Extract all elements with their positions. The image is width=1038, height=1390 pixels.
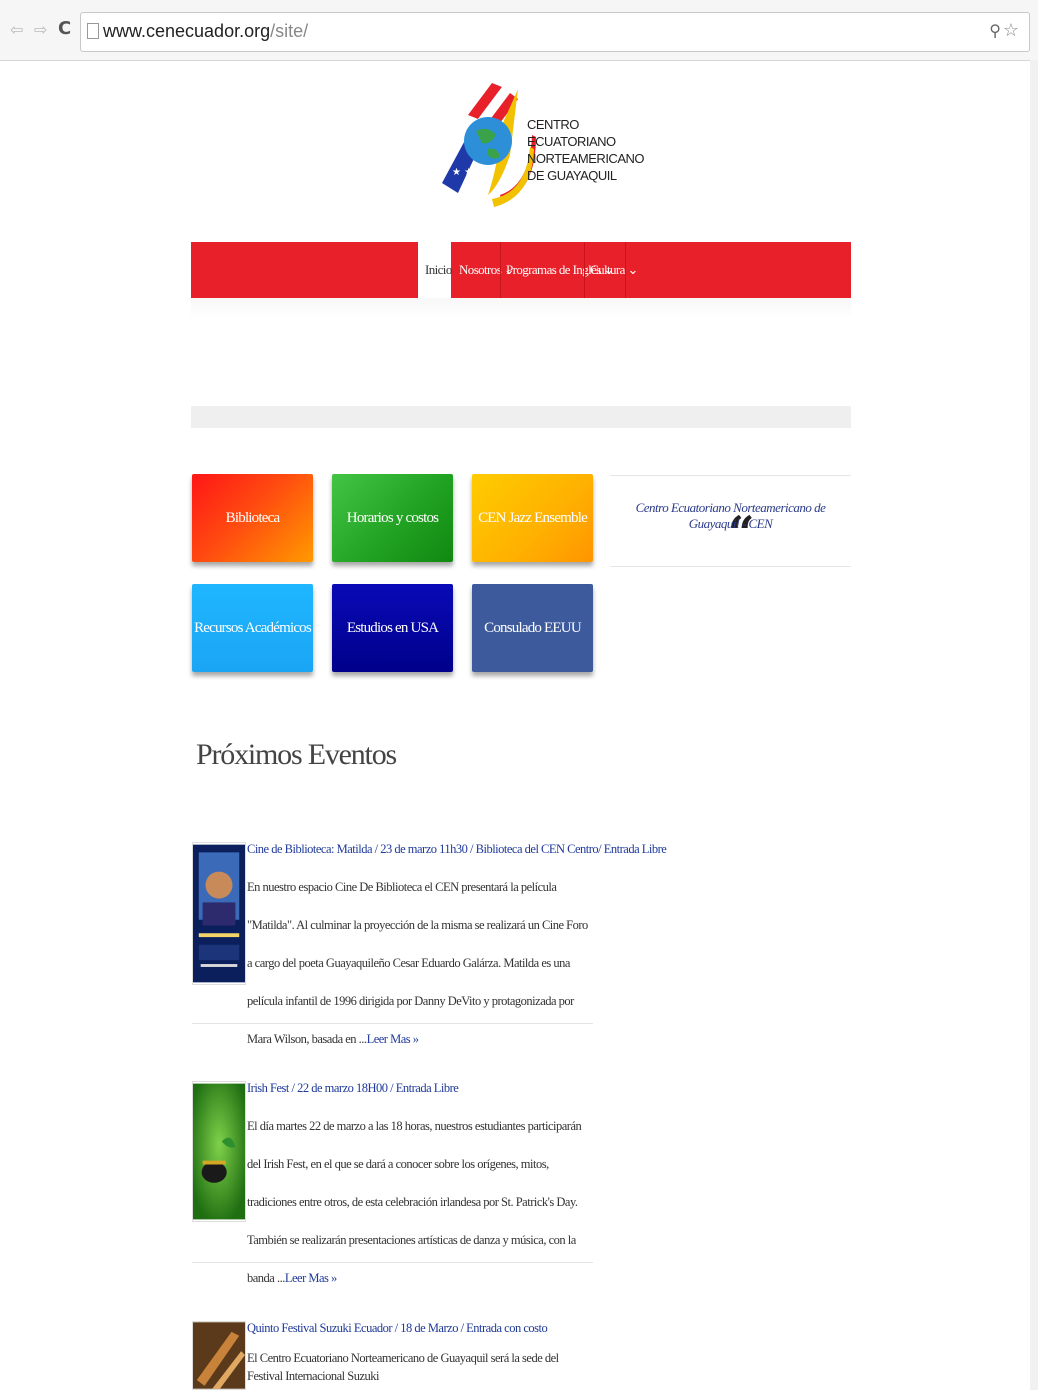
address-bar[interactable]: www.cenecuador.org/site/ ⚲ ☆ bbox=[80, 12, 1030, 52]
event-body-text: En nuestro espacio Cine De Biblioteca el… bbox=[247, 880, 588, 1046]
bookmark-star-icon[interactable]: ☆ bbox=[1003, 20, 1019, 41]
event-description: En nuestro espacio Cine De Biblioteca el… bbox=[247, 868, 592, 1058]
url-domain: www.cenecuador.org bbox=[103, 21, 271, 41]
divider bbox=[192, 1023, 593, 1024]
event-thumbnail[interactable] bbox=[192, 1321, 246, 1390]
main-nav: Inicio Nosotros ⌄ Programas de Inglés ⌄ … bbox=[191, 242, 851, 298]
read-more-link[interactable]: Leer Mas » bbox=[367, 1032, 419, 1046]
tile-consulado[interactable]: Consulado EEUU bbox=[472, 584, 593, 672]
zoom-icon[interactable]: ⚲ bbox=[989, 21, 1001, 40]
section-title: Próximos Eventos bbox=[196, 738, 397, 771]
event-description: El Centro Ecuatoriano Norteamericano de … bbox=[247, 1349, 592, 1385]
read-more-link[interactable]: Leer Mas » bbox=[285, 1271, 337, 1285]
event-item: Cine de Biblioteca: Matilda / 23 de marz… bbox=[192, 842, 667, 1046]
nav-divider bbox=[584, 242, 585, 298]
tile-horarios[interactable]: Horarios y costos bbox=[332, 474, 453, 562]
slider-area bbox=[191, 298, 851, 320]
nav-divider bbox=[500, 242, 501, 298]
event-body-text: El Centro Ecuatoriano Norteamericano de … bbox=[247, 1351, 559, 1383]
event-item: Irish Fest / 22 de marzo 18H00 / Entrada… bbox=[192, 1081, 593, 1285]
event-description: El día martes 22 de marzo a las 18 horas… bbox=[247, 1107, 592, 1297]
logo-line: DE GUAYAQUIL bbox=[527, 168, 617, 183]
slider-strip bbox=[191, 406, 851, 428]
nav-divider bbox=[625, 242, 626, 298]
url-path: /site/ bbox=[270, 21, 309, 41]
logo-line: ECUATORIANO bbox=[527, 134, 616, 149]
nav-item-inicio[interactable]: Inicio bbox=[425, 262, 452, 278]
divider bbox=[192, 1262, 593, 1263]
event-thumbnail[interactable] bbox=[192, 842, 246, 985]
quote-panel: “ Centro Ecuatoriano Norteamericano de G… bbox=[610, 475, 851, 567]
page-scrollbar[interactable] bbox=[1030, 60, 1038, 1390]
menu-icon[interactable]: ⋮ bbox=[1032, 18, 1038, 39]
event-title-link[interactable]: Cine de Biblioteca: Matilda / 23 de marz… bbox=[247, 842, 667, 857]
event-body-text: El día martes 22 de marzo a las 18 horas… bbox=[247, 1119, 582, 1285]
svg-text:★ ★: ★ ★ bbox=[452, 167, 473, 178]
logo-line: NORTEAMERICANO bbox=[527, 151, 645, 166]
url-text[interactable]: www.cenecuador.org/site/ bbox=[103, 21, 308, 42]
tile-jazz[interactable]: CEN Jazz Ensemble bbox=[472, 474, 593, 562]
nav-item-cultura[interactable]: Cultura ⌄ bbox=[590, 262, 638, 278]
page-icon bbox=[87, 23, 99, 39]
reload-icon[interactable]: C bbox=[58, 18, 71, 39]
quote-text[interactable]: Centro Ecuatoriano Norteamericano de Gua… bbox=[610, 500, 851, 532]
logo-text: CENTRO ECUATORIANO NORTEAMERICANO DE GUA… bbox=[527, 116, 645, 184]
event-item: Quinto Festival Suzuki Ecuador / 18 de M… bbox=[192, 1321, 593, 1390]
tile-estudios[interactable]: Estudios en USA bbox=[332, 584, 453, 672]
logo-line: CENTRO bbox=[527, 117, 579, 132]
event-title-link[interactable]: Quinto Festival Suzuki Ecuador / 18 de M… bbox=[247, 1321, 548, 1336]
tile-biblioteca[interactable]: Biblioteca bbox=[192, 474, 313, 562]
nav-spacer bbox=[191, 242, 418, 298]
event-title-link[interactable]: Irish Fest / 22 de marzo 18H00 / Entrada… bbox=[247, 1081, 459, 1096]
forward-arrow-icon[interactable]: ⇨ bbox=[34, 20, 47, 39]
browser-toolbar: ⇦ ⇨ C www.cenecuador.org/site/ ⚲ ☆ ⋮ bbox=[0, 0, 1038, 61]
tile-recursos[interactable]: Recursos Académicos bbox=[192, 584, 313, 672]
event-thumbnail[interactable] bbox=[192, 1081, 246, 1222]
back-arrow-icon[interactable]: ⇦ bbox=[10, 20, 23, 39]
